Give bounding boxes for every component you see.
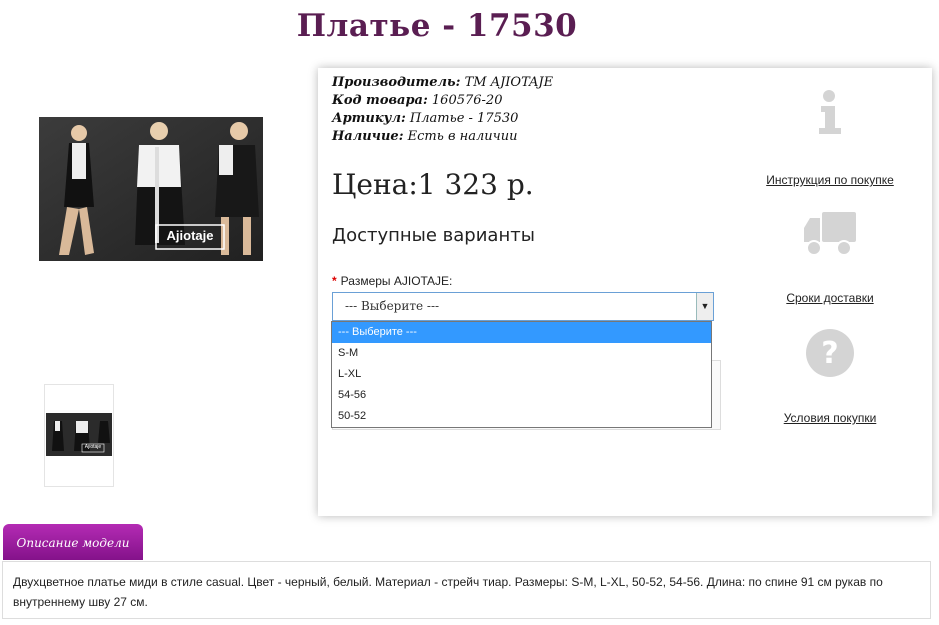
article-value: Платье - 17530 <box>409 111 519 126</box>
manufacturer-label: Производитель: <box>332 75 461 90</box>
product-title: Платье - 17530 <box>296 8 578 44</box>
product-code-value: 160576-20 <box>431 93 503 108</box>
availability-value: Есть в наличии <box>407 129 518 144</box>
size-option[interactable]: S-M <box>332 343 711 364</box>
size-option[interactable]: --- Выберите --- <box>332 322 711 343</box>
info-icon <box>819 90 841 134</box>
svg-text:?: ? <box>821 336 838 371</box>
thumbnail-image: Ajiotaje <box>46 413 112 456</box>
size-option[interactable]: 50-52 <box>332 406 711 427</box>
product-code-row: Код товара: 160576-20 <box>332 92 553 110</box>
photo-brand-text: Ajiotaje <box>166 228 214 243</box>
tab-description[interactable]: Описание модели <box>3 524 143 560</box>
chevron-down-icon[interactable]: ▼ <box>696 293 713 320</box>
size-select-value: --- Выберите --- <box>345 299 440 313</box>
product-info-panel: Производитель: ТМ AJIOTAJE Код товара: 1… <box>318 68 932 516</box>
truck-icon <box>804 212 856 256</box>
product-code-label: Код товара: <box>332 93 428 108</box>
product-thumbnail[interactable]: Ajiotaje <box>44 384 114 487</box>
article-row: Артикул: Платье - 17530 <box>332 110 553 128</box>
product-photo-graphic <box>39 117 263 261</box>
article-label: Артикул: <box>332 111 406 126</box>
product-price: Цена:1 323 р. <box>332 168 534 201</box>
size-select[interactable]: --- Выберите --- ▼ <box>332 292 714 321</box>
conditions-link[interactable]: Условия покупки <box>784 411 877 425</box>
delivery-block: Сроки доставки <box>750 210 910 307</box>
manufacturer-row: Производитель: ТМ AJIOTAJE <box>332 74 553 92</box>
variants-heading: Доступные варианты <box>332 225 535 246</box>
size-label: * Размеры AJIOTAJE: <box>332 274 452 288</box>
description-text: Двухцветное платье миди в стиле casual. … <box>2 561 931 619</box>
thumbnail-brand-text: Ajiotaje <box>84 444 102 450</box>
delivery-link[interactable]: Сроки доставки <box>786 291 873 305</box>
size-dropdown-list[interactable]: --- Выберите --- S-M L-XL 54-56 50-52 <box>331 321 712 428</box>
conditions-block: ? Условия покупки <box>750 328 910 427</box>
size-option[interactable]: 54-56 <box>332 385 711 406</box>
size-label-text: Размеры AJIOTAJE: <box>340 274 453 288</box>
availability-row: Наличие: Есть в наличии <box>332 128 553 146</box>
question-icon: ? <box>806 329 854 377</box>
size-option[interactable]: L-XL <box>332 364 711 385</box>
availability-label: Наличие: <box>332 129 404 144</box>
manufacturer-link[interactable]: ТМ AJIOTAJE <box>465 75 554 90</box>
product-meta: Производитель: ТМ AJIOTAJE Код товара: 1… <box>332 74 553 146</box>
instructions-link[interactable]: Инструкция по покупке <box>766 173 894 187</box>
required-mark: * <box>332 274 337 288</box>
product-main-photo[interactable]: Ajiotaje <box>39 117 263 261</box>
instructions-block: Инструкция по покупке <box>750 88 910 189</box>
